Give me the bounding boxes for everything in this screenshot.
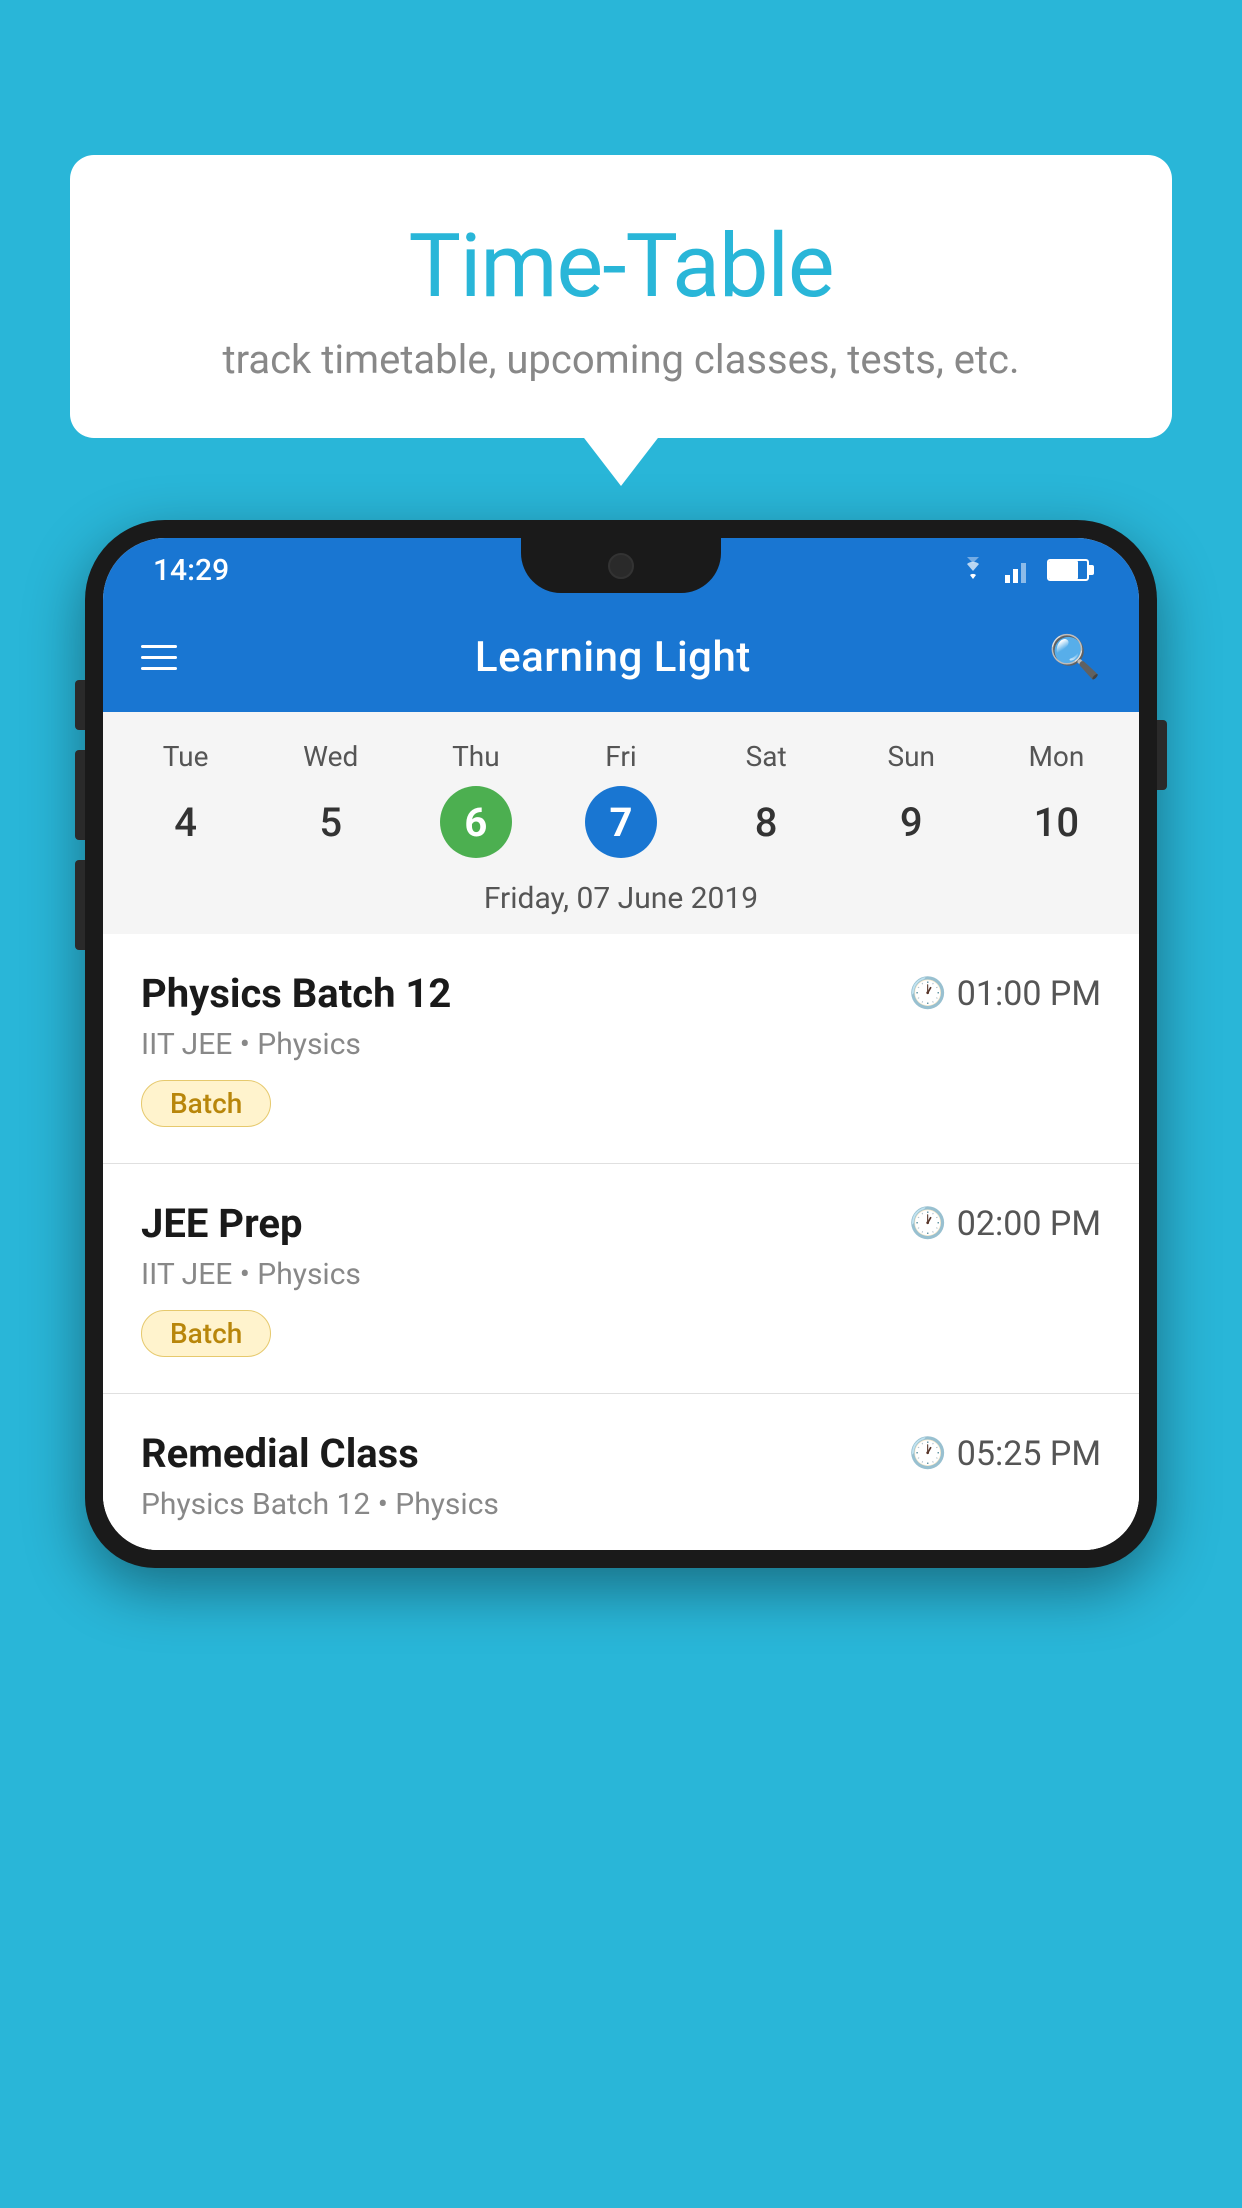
day-header-sun: Sun bbox=[839, 732, 984, 781]
app-bar: Learning Light 🔍 bbox=[103, 602, 1139, 712]
signal-icon bbox=[1005, 557, 1033, 583]
clock-icon-3: 🕐 bbox=[909, 1436, 946, 1471]
class-row-top-3: Remedial Class 🕐 05:25 PM bbox=[141, 1430, 1101, 1477]
class-subtitle-2: IIT JEE • Physics bbox=[141, 1257, 1101, 1292]
batch-tag-1: Batch bbox=[141, 1080, 271, 1127]
class-item-2[interactable]: JEE Prep 🕐 02:00 PM IIT JEE • Physics Ba… bbox=[103, 1164, 1139, 1394]
date-10[interactable]: 10 bbox=[984, 786, 1129, 858]
bubble-title: Time-Table bbox=[130, 215, 1112, 318]
class-list: Physics Batch 12 🕐 01:00 PM IIT JEE • Ph… bbox=[103, 934, 1139, 1550]
day-header-tue: Tue bbox=[113, 732, 258, 781]
class-time-1: 🕐 01:00 PM bbox=[909, 974, 1101, 1014]
day-header-thu: Thu bbox=[403, 732, 548, 781]
app-title: Learning Light bbox=[475, 633, 751, 682]
phone-outer: 14:29 bbox=[85, 520, 1157, 1568]
class-time-2: 🕐 02:00 PM bbox=[909, 1204, 1101, 1244]
date-5[interactable]: 5 bbox=[258, 786, 403, 858]
class-item-1[interactable]: Physics Batch 12 🕐 01:00 PM IIT JEE • Ph… bbox=[103, 934, 1139, 1164]
date-6-today[interactable]: 6 bbox=[440, 786, 512, 858]
selected-date-label: Friday, 07 June 2019 bbox=[103, 873, 1139, 934]
day-header-sat: Sat bbox=[694, 732, 839, 781]
clock-icon-2: 🕐 bbox=[909, 1206, 946, 1241]
phone-screen: 14:29 bbox=[103, 538, 1139, 1550]
day-numbers: 4 5 6 7 8 9 10 bbox=[103, 781, 1139, 873]
class-subtitle-3: Physics Batch 12 • Physics bbox=[141, 1487, 1101, 1522]
bubble-subtitle: track timetable, upcoming classes, tests… bbox=[130, 336, 1112, 383]
class-row-top-2: JEE Prep 🕐 02:00 PM bbox=[141, 1200, 1101, 1247]
phone-notch bbox=[521, 538, 721, 593]
status-time: 14:29 bbox=[153, 553, 229, 588]
date-7-selected[interactable]: 7 bbox=[585, 786, 657, 858]
phone-camera bbox=[608, 553, 634, 579]
phone-container: 14:29 bbox=[85, 520, 1157, 2208]
class-name-1: Physics Batch 12 bbox=[141, 970, 451, 1017]
calendar-week: Tue Wed Thu Fri Sat Sun Mon 4 5 6 7 8 9 … bbox=[103, 712, 1139, 934]
power-button bbox=[1157, 720, 1167, 790]
speech-bubble-container: Time-Table track timetable, upcoming cla… bbox=[70, 155, 1172, 438]
class-name-3: Remedial Class bbox=[141, 1430, 419, 1477]
volume-down-button bbox=[75, 860, 85, 950]
day-headers: Tue Wed Thu Fri Sat Sun Mon bbox=[103, 732, 1139, 781]
class-time-3: 🕐 05:25 PM bbox=[909, 1434, 1101, 1474]
date-4[interactable]: 4 bbox=[113, 786, 258, 858]
date-8[interactable]: 8 bbox=[694, 786, 839, 858]
wifi-icon bbox=[955, 557, 991, 583]
class-subtitle-1: IIT JEE • Physics bbox=[141, 1027, 1101, 1062]
battery-icon bbox=[1047, 559, 1089, 581]
class-item-3[interactable]: Remedial Class 🕐 05:25 PM Physics Batch … bbox=[103, 1394, 1139, 1550]
day-header-fri: Fri bbox=[548, 732, 693, 781]
search-icon[interactable]: 🔍 bbox=[1049, 633, 1101, 682]
status-icons bbox=[955, 557, 1089, 583]
day-header-mon: Mon bbox=[984, 732, 1129, 781]
speech-bubble: Time-Table track timetable, upcoming cla… bbox=[70, 155, 1172, 438]
class-row-top-1: Physics Batch 12 🕐 01:00 PM bbox=[141, 970, 1101, 1017]
batch-tag-2: Batch bbox=[141, 1310, 271, 1357]
class-name-2: JEE Prep bbox=[141, 1200, 302, 1247]
silent-button bbox=[75, 680, 85, 730]
menu-icon[interactable] bbox=[141, 645, 177, 670]
clock-icon-1: 🕐 bbox=[909, 976, 946, 1011]
volume-up-button bbox=[75, 750, 85, 840]
day-header-wed: Wed bbox=[258, 732, 403, 781]
date-9[interactable]: 9 bbox=[839, 786, 984, 858]
